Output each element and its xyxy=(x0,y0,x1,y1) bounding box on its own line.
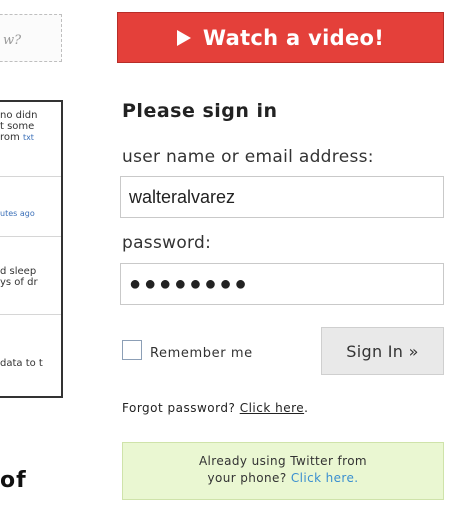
twitter-notice-link[interactable]: Click here. xyxy=(291,471,359,485)
feed-divider xyxy=(0,236,61,237)
sign-in-button[interactable]: Sign In » xyxy=(321,327,444,375)
remember-me-label[interactable]: Remember me xyxy=(150,346,253,361)
twitter-notice-line1: Already using Twitter from xyxy=(198,454,368,468)
twitter-notice-line2: your phone? xyxy=(207,471,287,485)
username-input[interactable]: walteralvarez xyxy=(120,176,444,218)
password-input[interactable]: ●●●●●●●● xyxy=(120,263,444,305)
signin-title: Please sign in xyxy=(122,100,278,122)
feed-item: d sleep ys of dr xyxy=(0,266,38,288)
feed-item: utes ago xyxy=(0,208,61,219)
remember-me-checkbox[interactable] xyxy=(122,340,142,360)
search-box-fragment[interactable]: w? xyxy=(0,14,62,62)
feed-divider xyxy=(0,314,61,315)
feed-item: data to t xyxy=(0,358,43,369)
play-icon xyxy=(176,29,191,46)
feed-link[interactable]: txt xyxy=(23,133,34,142)
username-label: user name or email address: xyxy=(122,147,374,167)
watch-video-button[interactable]: Watch a video! xyxy=(117,12,444,63)
feed-panel: no didn t some rom txt utes ago d sleep … xyxy=(0,100,63,398)
cropped-heading: of xyxy=(0,468,27,493)
search-box-text: w? xyxy=(3,33,22,48)
feed-divider xyxy=(0,176,61,177)
feed-timestamp-link[interactable]: utes ago xyxy=(0,209,35,218)
forgot-password-link[interactable]: Click here xyxy=(240,401,304,415)
password-label: password: xyxy=(122,233,212,253)
left-column: w? no didn t some rom txt utes ago d sle… xyxy=(0,0,70,511)
watch-video-label: Watch a video! xyxy=(202,25,385,50)
forgot-password-row: Forgot password? Click here. xyxy=(122,401,309,415)
feed-item: no didn t some rom txt xyxy=(0,110,38,143)
twitter-phone-notice: Already using Twitter from your phone? C… xyxy=(122,442,444,500)
forgot-password-text: Forgot password? xyxy=(122,401,236,415)
